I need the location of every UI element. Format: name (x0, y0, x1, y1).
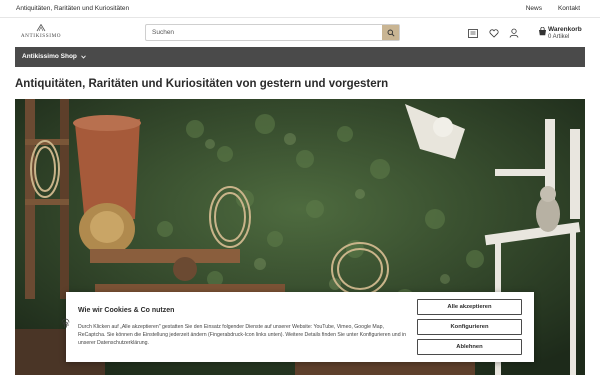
nav-item-label: Antikissimo Shop (22, 53, 77, 60)
account-button[interactable] (508, 27, 520, 39)
news-link[interactable]: News (526, 5, 542, 12)
wishlist-button[interactable] (488, 27, 500, 39)
comparison-button[interactable] (467, 27, 479, 39)
search-placeholder: Suchen (152, 29, 175, 36)
logo[interactable]: ANTIKISSIMO (15, 24, 67, 42)
logo-text: ANTIKISSIMO (20, 33, 62, 39)
fingerprint-icon[interactable] (60, 318, 71, 329)
top-links: News Kontakt (526, 5, 580, 12)
cart-icon (539, 27, 546, 36)
heart-icon (489, 28, 499, 38)
page-title: Antiquitäten, Raritäten und Kuriositäten… (15, 78, 389, 90)
contact-link[interactable]: Kontakt (558, 5, 580, 12)
accept-all-button[interactable]: Alle akzeptieren (417, 299, 522, 315)
search-button[interactable] (382, 25, 399, 40)
shop-tagline: Antiquitäten, Raritäten und Kuriositäten (16, 5, 130, 12)
search-input[interactable]: Suchen (145, 24, 400, 41)
header: ANTIKISSIMO Suchen Warenkorb 0 Artikel (0, 18, 600, 47)
nav-item-shop[interactable]: Antikissimo Shop (22, 53, 86, 60)
comparison-icon (468, 28, 478, 38)
decline-button[interactable]: Ablehnen (417, 339, 522, 355)
cart-count: 0 Artikel (548, 34, 570, 40)
cookie-description: Durch Klicken auf „Alle akzeptieren" ges… (78, 324, 407, 346)
logo-icon (36, 24, 46, 32)
user-icon (509, 28, 519, 38)
main-navigation: Antikissimo Shop (15, 47, 585, 67)
configure-button[interactable]: Konfigurieren (417, 319, 522, 335)
chevron-down-icon (81, 55, 86, 59)
cookie-title: Wie wir Cookies & Co nutzen (78, 307, 175, 314)
cookie-consent-dialog: Wie wir Cookies & Co nutzen Durch Klicke… (61, 292, 534, 362)
top-bar: Antiquitäten, Raritäten und Kuriositäten… (0, 0, 600, 18)
search-icon (387, 29, 395, 37)
cart-label: Warenkorb (548, 26, 582, 33)
